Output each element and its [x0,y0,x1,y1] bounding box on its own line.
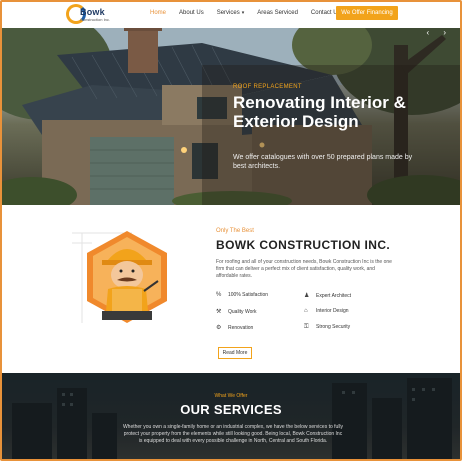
logo-name: Bowk [80,7,105,17]
feature-item: ⚙ Renovation [216,324,253,331]
hero-tag: ROOF REPLACEMENT [233,84,302,90]
architect-icon: ♟ [304,293,310,299]
logo[interactable]: Bowk Construction Inc. [66,4,132,26]
nav-areas-serviced[interactable]: Areas Serviced [257,9,298,17]
percent-icon: % [216,292,222,298]
feature-label: 100% Satisfaction [228,292,269,298]
nav-services-label: Services [216,10,240,16]
logo-tagline: Construction Inc. [80,17,111,22]
chevron-down-icon: ▾ [241,10,245,16]
city-skyline-background [2,373,460,459]
services-kicker: What We Offer [214,393,248,399]
main-nav: Home About Us Services ▾ Areas Serviced C… [150,9,354,17]
nav-home[interactable]: Home [150,9,166,17]
nav-about-us[interactable]: About Us [179,9,204,17]
builder-mascot-illustration [72,231,167,323]
hero-title: Renovating Interior & Exterior Design [233,93,406,131]
services-description: Whether you own a single-family home or … [122,424,344,444]
quality-icon: ⚒ [216,309,222,315]
hero-banner: ‹ › ROOF REPLACEMENT Renovating Interior… [2,25,460,205]
feature-item: ⚒ Quality Work [216,308,257,315]
slider-arrows-icon[interactable]: ‹ › [426,28,452,37]
nav-services[interactable]: Services ▾ [217,9,245,17]
interior-icon: ⌂ [304,308,308,314]
feature-label: Quality Work [228,309,257,315]
feature-label: Strong Security [316,324,351,330]
about-kicker: Only The Best [216,228,254,234]
about-section: Only The Best BOWK CONSTRUCTION INC. For… [2,205,460,373]
feature-label: Renovation [228,325,254,331]
site-header: Bowk Construction Inc. Home About Us Ser… [2,2,460,28]
feature-label: Interior Design [316,308,349,314]
page-frame: Bowk Construction Inc. Home About Us Ser… [0,0,462,461]
feature-label: Expert Architect [316,293,352,299]
feature-item: ♟ Expert Architect [304,292,351,299]
services-title: OUR SERVICES [180,402,282,417]
feature-item: ⌂ Interior Design [304,308,349,314]
feature-item: ⚿ Strong Security [304,324,350,331]
hero-description: We offer catalogues with over 50 prepare… [233,154,413,170]
financing-button[interactable]: We Offer Financing [336,6,398,20]
read-more-button[interactable]: Read More [218,347,252,359]
renovation-icon: ⚙ [216,325,222,331]
about-body: For roofing and all of your construction… [216,259,392,279]
about-title: BOWK CONSTRUCTION INC. [216,238,391,252]
services-section: What We Offer OUR SERVICES Whether you o… [2,373,460,459]
feature-item: % 100% Satisfaction [216,292,268,298]
security-icon: ⚿ [304,324,309,330]
